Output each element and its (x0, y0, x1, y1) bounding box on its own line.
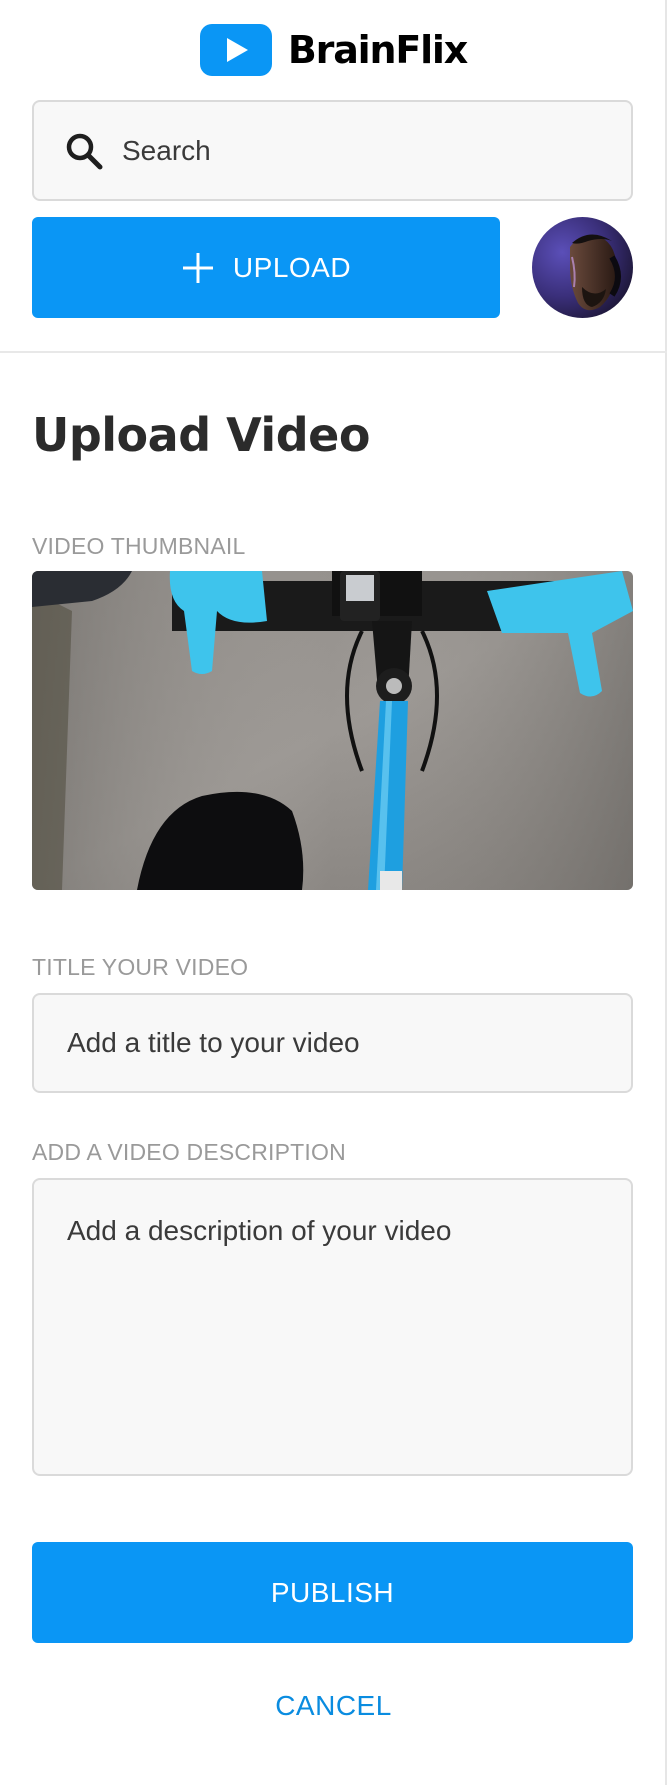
video-title-input[interactable]: Add a title to your video (32, 993, 633, 1093)
video-description-input[interactable]: Add a description of your video (32, 1178, 633, 1476)
title-placeholder: Add a title to your video (67, 1027, 360, 1058)
play-icon (199, 24, 272, 76)
cancel-button[interactable]: CANCEL (0, 1690, 667, 1722)
description-label: ADD A VIDEO DESCRIPTION (32, 1139, 346, 1165)
upload-label: UPLOAD (232, 251, 352, 283)
header-divider (0, 351, 667, 353)
thumbnail-label: VIDEO THUMBNAIL (32, 533, 246, 559)
search-input[interactable] (122, 134, 602, 167)
avatar[interactable] (532, 217, 633, 318)
publish-label: PUBLISH (270, 1576, 395, 1608)
app-frame: BrainFlix UPLOAD (0, 0, 667, 1785)
title-label: TITLE YOUR VIDEO (32, 954, 249, 980)
description-placeholder: Add a description of your video (67, 1215, 452, 1246)
page-title: Upload Video (32, 408, 370, 462)
upload-button[interactable]: UPLOAD (32, 217, 500, 318)
cancel-label: CANCEL (275, 1690, 392, 1721)
video-thumbnail (32, 571, 633, 890)
search-icon (66, 133, 103, 169)
plus-icon (182, 252, 213, 283)
publish-button[interactable]: PUBLISH (32, 1542, 633, 1643)
brand-name: BrainFlix (287, 28, 468, 72)
brand-logo-link[interactable]: BrainFlix (0, 24, 667, 76)
search-bar[interactable] (32, 100, 633, 201)
